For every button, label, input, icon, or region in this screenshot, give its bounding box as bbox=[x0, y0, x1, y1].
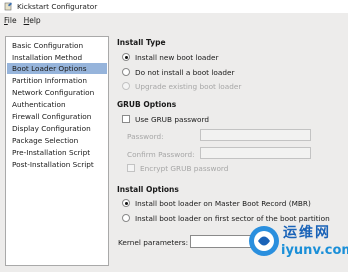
sidebar-item-partition-information[interactable]: Partition Information bbox=[7, 75, 107, 86]
use-grub-password-label: Use GRUB password bbox=[135, 114, 209, 124]
menu-file-label: ile bbox=[7, 15, 17, 25]
sidebar-list: Basic Configuration Installation Method … bbox=[5, 36, 109, 266]
title-bar: Kickstart Configurator bbox=[0, 0, 348, 13]
install-new-label: Install new boot loader bbox=[135, 52, 219, 62]
sidebar-item-post-installation-script[interactable]: Post-Installation Script bbox=[7, 159, 107, 170]
sidebar-item-installation-method[interactable]: Installation Method bbox=[7, 52, 107, 63]
sidebar-item-firewall-configuration[interactable]: Firewall Configuration bbox=[7, 111, 107, 122]
install-new-boot-loader-option[interactable]: Install new boot loader bbox=[122, 52, 219, 62]
menu-file[interactable]: File bbox=[4, 16, 17, 25]
no-boot-loader-radio[interactable] bbox=[122, 68, 130, 76]
use-grub-password-checkbox[interactable] bbox=[122, 115, 130, 123]
watermark: 运维网 iyunv.com bbox=[245, 218, 348, 266]
mbr-option[interactable]: Install boot loader on Master Boot Recor… bbox=[122, 198, 311, 208]
mbr-label: Install boot loader on Master Boot Recor… bbox=[135, 198, 311, 208]
encrypt-grub-password-option: Encrypt GRUB password bbox=[127, 163, 228, 173]
password-field bbox=[200, 129, 311, 141]
mbr-radio[interactable] bbox=[122, 199, 130, 207]
no-boot-loader-label: Do not install a boot loader bbox=[135, 67, 235, 77]
encrypt-grub-password-checkbox bbox=[127, 164, 135, 172]
install-new-radio[interactable] bbox=[122, 53, 130, 61]
confirm-password-label: Confirm Password: bbox=[127, 150, 195, 159]
sidebar-item-boot-loader-options[interactable]: Boot Loader Options bbox=[7, 63, 107, 74]
sidebar-item-display-configuration[interactable]: Display Configuration bbox=[7, 123, 107, 134]
watermark-chinese-text: 运维网 bbox=[283, 225, 331, 241]
watermark-logo-icon bbox=[249, 226, 279, 256]
sidebar-item-authentication[interactable]: Authentication bbox=[7, 99, 107, 110]
first-sector-radio[interactable] bbox=[122, 214, 130, 222]
confirm-password-field bbox=[200, 147, 311, 159]
install-options-heading: Install Options bbox=[117, 185, 179, 194]
use-grub-password-option[interactable]: Use GRUB password bbox=[122, 114, 209, 124]
sidebar-item-basic-configuration[interactable]: Basic Configuration bbox=[7, 40, 107, 51]
sidebar-item-pre-installation-script[interactable]: Pre-Installation Script bbox=[7, 147, 107, 158]
app-icon bbox=[4, 2, 12, 11]
encrypt-grub-password-label: Encrypt GRUB password bbox=[140, 163, 229, 173]
upgrade-radio bbox=[122, 82, 130, 90]
sidebar-item-package-selection[interactable]: Package Selection bbox=[7, 135, 107, 146]
window-title: Kickstart Configurator bbox=[17, 2, 98, 11]
upgrade-label: Upgrade existing boot loader bbox=[135, 81, 242, 91]
menu-bar: File Help bbox=[0, 13, 348, 27]
menu-help[interactable]: Help bbox=[24, 16, 41, 25]
no-boot-loader-option[interactable]: Do not install a boot loader bbox=[122, 67, 234, 77]
menu-help-label: elp bbox=[29, 15, 41, 25]
install-type-heading: Install Type bbox=[117, 38, 166, 47]
sidebar-item-network-configuration[interactable]: Network Configuration bbox=[7, 87, 107, 98]
grub-options-heading: GRUB Options bbox=[117, 100, 177, 109]
watermark-url-text: iyunv.com bbox=[281, 243, 348, 258]
upgrade-boot-loader-option: Upgrade existing boot loader bbox=[122, 81, 241, 91]
password-label: Password: bbox=[127, 132, 164, 141]
kernel-parameters-label: Kernel parameters: bbox=[118, 238, 189, 247]
